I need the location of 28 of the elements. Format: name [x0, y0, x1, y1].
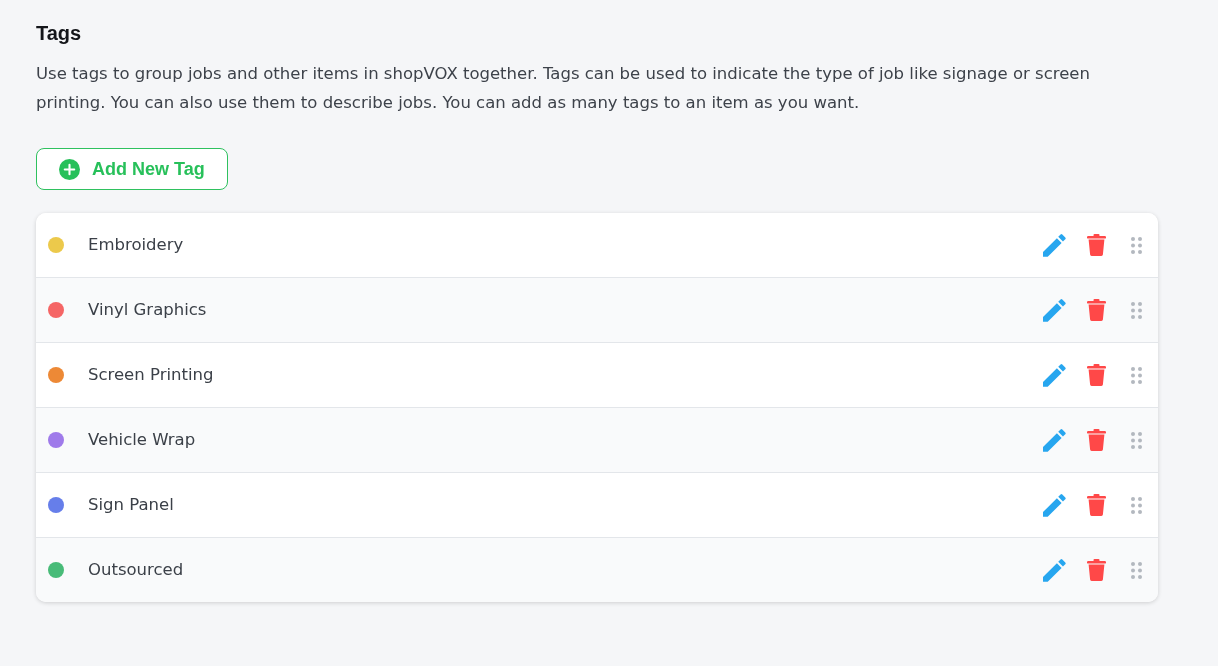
trash-icon[interactable]: [1087, 364, 1106, 386]
tag-name: Sign Panel: [88, 494, 174, 516]
pencil-icon[interactable]: [1043, 298, 1066, 322]
drag-handle-icon[interactable]: [1131, 496, 1142, 514]
trash-icon[interactable]: [1087, 234, 1106, 256]
trash-icon[interactable]: [1087, 559, 1106, 581]
tag-name: Vinyl Graphics: [88, 299, 207, 321]
drag-handle-icon[interactable]: [1131, 301, 1142, 319]
pencil-icon[interactable]: [1043, 493, 1066, 517]
pencil-icon[interactable]: [1043, 558, 1066, 582]
trash-icon[interactable]: [1087, 429, 1106, 451]
add-tag-button[interactable]: Add New Tag: [36, 148, 228, 190]
drag-handle-icon[interactable]: [1131, 366, 1142, 384]
pencil-icon[interactable]: [1043, 428, 1066, 452]
pencil-icon[interactable]: [1043, 363, 1066, 387]
drag-handle-icon[interactable]: [1131, 431, 1142, 449]
section-title: Tags: [36, 21, 82, 46]
drag-handle-icon[interactable]: [1131, 561, 1142, 579]
drag-handle-icon[interactable]: [1131, 236, 1142, 254]
pencil-icon[interactable]: [1043, 233, 1066, 257]
description-text: Use tags to group jobs and other items in shopVOX together. Tags can be used to indicate the type of job like signage or screen printing. You can also use them to describe jobs. You can add as many tags to an item as you want.: [36, 63, 1091, 114]
plus-circle-icon: [59, 158, 80, 180]
trash-icon[interactable]: [1087, 494, 1106, 516]
tag-name: Outsourced: [88, 559, 184, 581]
trash-icon[interactable]: [1087, 299, 1106, 321]
tag-name: Screen Printing: [88, 364, 214, 386]
tag-name: Vehicle Wrap: [88, 429, 196, 451]
tag-name: Embroidery: [88, 234, 184, 256]
